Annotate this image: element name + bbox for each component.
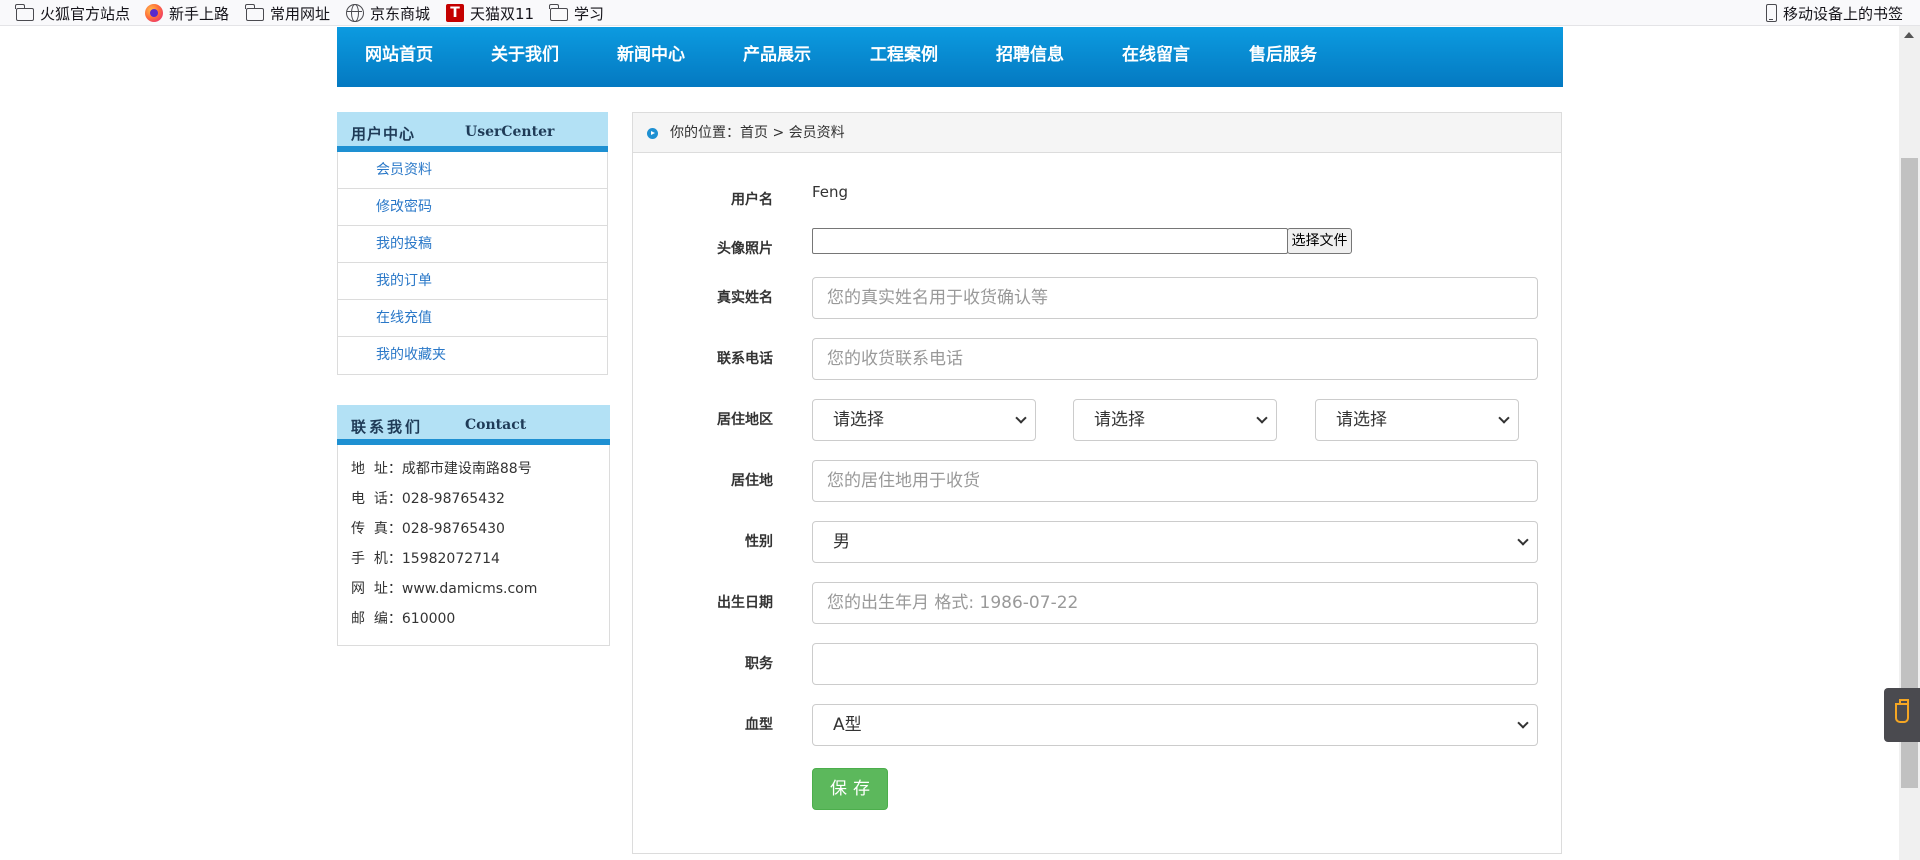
nav-home[interactable]: 网站首页 bbox=[365, 27, 433, 83]
username-value: Feng bbox=[812, 183, 849, 201]
menu-online-recharge[interactable]: 在线充值 bbox=[338, 300, 607, 337]
contact-box: 联系我们 Contact 地 址：成都市建设南路88号 电 话：028-9876… bbox=[337, 405, 610, 646]
blood-type-select[interactable]: A型 bbox=[812, 704, 1538, 746]
job-input[interactable] bbox=[812, 643, 1538, 685]
bookmark-huohu-official[interactable]: 火狐官方站点 bbox=[15, 0, 131, 26]
bookmark-label: 学习 bbox=[574, 4, 605, 23]
avatar-label: 头像照片 bbox=[717, 241, 773, 257]
chevron-down-icon bbox=[1517, 534, 1529, 546]
chevron-down-icon bbox=[1498, 412, 1510, 424]
breadcrumb-text: 你的位置：首页 > 会员资料 bbox=[670, 113, 845, 153]
user-center-header: 用户中心 UserCenter bbox=[337, 112, 608, 152]
globe-icon bbox=[346, 4, 364, 22]
gender-label: 性别 bbox=[745, 534, 773, 550]
phone-label: 联系电话 bbox=[717, 351, 773, 367]
realname-input[interactable]: 您的真实姓名用于收货确认等 bbox=[812, 277, 1538, 319]
folder-icon bbox=[15, 4, 34, 21]
mobile-icon bbox=[1766, 4, 1777, 22]
blood-type-label: 血型 bbox=[745, 717, 773, 733]
nav-jobs[interactable]: 招聘信息 bbox=[996, 27, 1064, 83]
district-select[interactable]: 请选择 bbox=[1315, 399, 1519, 441]
username-label: 用户名 bbox=[731, 192, 773, 208]
chevron-down-icon bbox=[1517, 717, 1529, 729]
breadcrumb: 你的位置：首页 > 会员资料 bbox=[633, 113, 1561, 153]
menu-my-orders[interactable]: 我的订单 bbox=[338, 263, 607, 300]
bookmark-getting-started[interactable]: 新手上路 bbox=[145, 0, 229, 26]
contact-mobile: 手 机：15982072714 bbox=[351, 551, 500, 567]
chevron-down-icon bbox=[1256, 412, 1268, 424]
folder-icon bbox=[549, 4, 568, 21]
nav-service[interactable]: 售后服务 bbox=[1249, 27, 1317, 83]
nav-about[interactable]: 关于我们 bbox=[491, 27, 559, 83]
bookmark-study[interactable]: 学习 bbox=[549, 0, 605, 26]
contact-address: 地 址：成都市建设南路88号 bbox=[351, 461, 532, 477]
menu-member-profile[interactable]: 会员资料 bbox=[338, 152, 607, 189]
main-nav: 网站首页 关于我们 新闻中心 产品展示 工程案例 招聘信息 在线留言 售后服务 bbox=[337, 27, 1563, 87]
contact-header: 联系我们 Contact bbox=[337, 405, 610, 445]
bookmark-label: 京东商城 bbox=[370, 4, 431, 23]
bookmark-tmall[interactable]: T 天猫双11 bbox=[446, 0, 534, 26]
contact-fax: 传 真：028-98765430 bbox=[351, 521, 505, 537]
district-select-value: 请选择 bbox=[1336, 410, 1387, 430]
breadcrumb-separator: > bbox=[768, 125, 789, 141]
menu-my-favorites[interactable]: 我的收藏夹 bbox=[338, 337, 607, 374]
city-select[interactable]: 请选择 bbox=[1073, 399, 1277, 441]
contact-info: 地 址：成都市建设南路88号 电 话：028-98765432 传 真：028-… bbox=[337, 445, 610, 646]
user-center-title: 用户中心 bbox=[351, 125, 416, 143]
menu-my-submissions[interactable]: 我的投稿 bbox=[338, 226, 607, 263]
nav-cases[interactable]: 工程案例 bbox=[870, 27, 938, 83]
contact-website: 网 址：www.damicms.com bbox=[351, 581, 538, 597]
realname-label: 真实姓名 bbox=[717, 290, 773, 306]
member-profile-panel: 你的位置：首页 > 会员资料 用户名 Feng 头像照片 选择文件 真实姓名 您… bbox=[632, 112, 1562, 854]
bookmark-label: 天猫双11 bbox=[470, 4, 535, 23]
bookmark-label: 移动设备上的书签 bbox=[1783, 4, 1904, 23]
bookmark-common-sites[interactable]: 常用网址 bbox=[245, 0, 331, 26]
bookmark-mobile[interactable]: 移动设备上的书签 bbox=[1766, 0, 1903, 26]
bookmarks-toolbar: 火狐官方站点 新手上路 常用网址 京东商城 T 天猫双11 学习 移动设备上的书… bbox=[0, 0, 1920, 26]
province-select[interactable]: 请选择 bbox=[812, 399, 1036, 441]
contact-phone: 电 话：028-98765432 bbox=[351, 491, 505, 507]
scroll-up-icon[interactable] bbox=[1904, 32, 1914, 38]
phone-input[interactable]: 您的收货联系电话 bbox=[812, 338, 1538, 380]
bookmark-jd[interactable]: 京东商城 bbox=[346, 0, 430, 26]
city-select-value: 请选择 bbox=[1094, 410, 1145, 430]
birthday-label: 出生日期 bbox=[717, 595, 773, 611]
contact-title: 联系我们 bbox=[351, 418, 424, 436]
nav-products[interactable]: 产品展示 bbox=[743, 27, 811, 83]
folder-icon bbox=[245, 4, 264, 21]
avatar-file-input[interactable] bbox=[812, 228, 1288, 254]
contact-title-en: Contact bbox=[465, 417, 527, 433]
side-extension-widget[interactable] bbox=[1884, 688, 1920, 742]
address-input[interactable]: 您的居住地用于收货 bbox=[812, 460, 1538, 502]
user-center-menu: 会员资料 修改密码 我的投稿 我的订单 在线充值 我的收藏夹 bbox=[337, 152, 608, 375]
firefox-icon bbox=[145, 4, 163, 22]
cup-icon bbox=[1895, 699, 1909, 723]
contact-postcode: 邮 编：610000 bbox=[351, 611, 456, 627]
breadcrumb-prefix: 你的位置： bbox=[670, 125, 740, 141]
gender-select[interactable]: 男 bbox=[812, 521, 1538, 563]
save-button[interactable]: 保存 bbox=[812, 768, 888, 810]
gender-select-value: 男 bbox=[833, 532, 850, 552]
user-center-title-en: UserCenter bbox=[465, 124, 555, 140]
address-label: 居住地 bbox=[731, 473, 773, 489]
province-select-value: 请选择 bbox=[833, 410, 884, 430]
bookmark-label: 常用网址 bbox=[270, 4, 331, 23]
menu-change-password[interactable]: 修改密码 bbox=[338, 189, 607, 226]
job-label: 职务 bbox=[745, 656, 773, 672]
user-center-box: 用户中心 UserCenter 会员资料 修改密码 我的投稿 我的订单 在线充值… bbox=[337, 112, 608, 375]
nav-message[interactable]: 在线留言 bbox=[1122, 27, 1190, 83]
bookmark-label: 火狐官方站点 bbox=[40, 4, 131, 23]
breadcrumb-current: 会员资料 bbox=[788, 125, 845, 141]
blood-type-select-value: A型 bbox=[833, 715, 862, 735]
choose-file-button[interactable]: 选择文件 bbox=[1287, 228, 1352, 254]
region-label: 居住地区 bbox=[717, 412, 773, 428]
birthday-input[interactable]: 您的出生年月 格式: 1986-07-22 bbox=[812, 582, 1538, 624]
arrow-circle-icon bbox=[647, 128, 658, 139]
chevron-down-icon bbox=[1015, 412, 1027, 424]
tmall-icon: T bbox=[446, 4, 464, 22]
breadcrumb-home-link[interactable]: 首页 bbox=[740, 125, 768, 141]
bookmark-label: 新手上路 bbox=[169, 4, 230, 23]
nav-news[interactable]: 新闻中心 bbox=[617, 27, 685, 83]
